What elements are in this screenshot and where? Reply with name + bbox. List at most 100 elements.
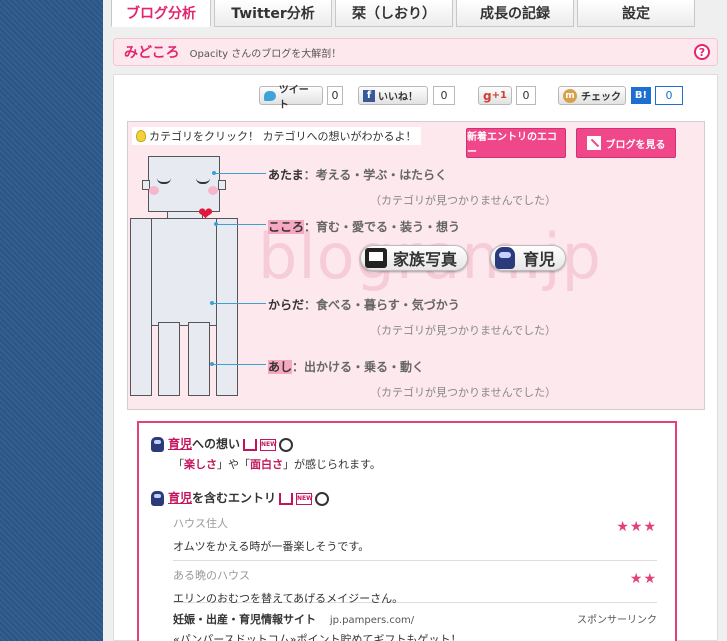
tab-growth-record[interactable]: 成長の記録 [456,0,574,27]
feeling-keyword-interesting: 面白さ [250,458,283,471]
like-count: 0 [433,86,455,105]
legs-leader-line [212,364,266,365]
category-heart-label: こころ [268,220,305,234]
baby-icon [151,491,164,506]
hatena-icon: B! [631,87,651,104]
tag-childcare-label: 育児 [523,250,556,269]
tag-family-photo[interactable]: 家族写真 [360,245,469,271]
entry-text: オムツをかえる時が一番楽しそうです。 [173,540,370,553]
tab-bookmarks[interactable]: 栞（しおり） [335,0,453,27]
baby-icon [495,247,515,269]
feeling-text-mid: 」や「 [217,458,250,471]
midokoro-subtitle: Opacity さんのブログを大解剖！ [189,48,342,60]
robot-right-cheek [208,186,218,195]
sponsor-url: jp.pampers.com/ [329,615,415,626]
feeling-category-link[interactable]: 育児 [168,437,192,451]
tab-bar: ブログ分析 Twitter分析 栞（しおり） 成長の記録 設定 [111,0,698,28]
midokoro-header: みどころ Opacity さんのブログを大解剖！ ? [113,38,718,66]
category-body[interactable]: からだ：食べる・暮らす・気づかう [268,296,460,313]
gplus-label: +1 [491,90,507,101]
gplus-count: 0 [516,86,536,105]
heart-leader-line [216,224,266,225]
feeling-heading: 育児への想い NEW [151,435,294,452]
new-icon[interactable]: NEW [260,438,277,451]
category-heart[interactable]: こころ：育む・愛でる・装う・想う [268,218,460,235]
crown-icon[interactable] [279,492,294,505]
hatena-bookmark-button[interactable]: B! [631,86,655,105]
main-panel: ブログ分析 Twitter分析 栞（しおり） 成長の記録 設定 みどころ Opa… [103,0,727,641]
social-share-bar: ツイート 0 f いいね！ 0 g +1 0 m チェック B! 0 [114,85,717,111]
category-head-empty: （カテゴリが見つかりませんでした） [370,194,557,207]
category-legs-label: あし [268,360,293,374]
category-head-label: あたま [268,168,304,182]
mixi-label: チェック [581,92,621,103]
hatena-count: 0 [655,86,683,105]
crown-icon[interactable] [243,438,258,451]
robot-right-arm [216,218,238,396]
category-body-empty: （カテゴリが見つかりませんでした） [370,324,557,337]
help-icon[interactable]: ? [694,44,710,60]
body-leader-line [212,303,266,304]
entry-item[interactable]: ある晩のハウス エリンのおむつを替えてあげるメイジーさん。 ★★ [173,567,657,605]
head-leader-line [214,173,266,174]
category-body-items: ：食べる・暮らす・気づかう [304,298,460,312]
entry-source: ある晩のハウス [173,569,250,582]
tab-settings[interactable]: 設定 [577,0,695,27]
sponsor-title: 妊娠・出産・育児情報サイト [173,613,316,626]
category-map: カテゴリをクリック！ カテゴリへの想いがわかるよ！ 新着エントリのエコー ブログ… [127,121,705,410]
category-legs-empty: （カテゴリが見つかりませんでした） [370,386,557,399]
category-legs[interactable]: あし：出かける・乗る・動く [268,358,424,375]
feeling-text-close: 」が感じられます。 [283,458,381,471]
facebook-icon: f [363,89,375,102]
tab-twitter-analysis[interactable]: Twitter分析 [214,0,332,27]
lightbulb-icon [136,130,146,142]
feeling-text-open: 「 [173,458,184,471]
clock-icon[interactable] [315,491,330,506]
category-body-label: からだ [268,298,305,312]
tweet-button[interactable]: ツイート [259,85,323,111]
clock-icon[interactable] [279,437,294,452]
entries-category-link[interactable]: 育児 [168,491,192,505]
entry-rating-stars: ★★ [629,571,657,587]
feeling-suffix: への想い [192,437,241,451]
tweet-label: ツイート [278,84,309,111]
page-background-pattern [0,0,103,641]
new-entry-echo-button[interactable]: 新着エントリのエコー [466,128,566,158]
view-blog-button[interactable]: ブログを見る [576,128,676,158]
feeling-text: 「楽しさ」や「面白さ」が感じられます。 [173,456,381,472]
category-heart-items: ：育む・愛でる・装う・想う [304,220,461,234]
category-head[interactable]: あたま：考える・学ぶ・はたらく [268,166,447,183]
entries-heading: 育児を含むエントリ NEW [151,489,330,506]
category-legs-items: ：出かける・乗る・動く [292,360,425,374]
sponsored-link[interactable]: 妊娠・出産・育児情報サイト jp.pampers.com/ スポンサーリンク «… [173,611,657,641]
entry-rating-stars: ★★★ [616,519,657,535]
new-icon[interactable]: NEW [296,492,313,505]
robot-right-ear [218,180,226,190]
robot-left-cheek [149,186,159,195]
baby-icon [151,437,164,452]
photo-frame-icon [365,248,387,268]
analysis-content: ツイート 0 f いいね！ 0 g +1 0 m チェック B! 0 カテゴリを… [113,74,718,641]
entry-source: ハウス住人 [173,517,228,530]
robot-right-leg[interactable] [188,322,210,396]
facebook-like-button[interactable]: f いいね！ [358,86,428,105]
tweet-count: 0 [327,86,343,105]
feeling-keyword-fun: 楽しさ [184,458,217,471]
google-plus-button[interactable]: g +1 [478,86,512,105]
entry-text: エリンのおむつを替えてあげるメイジーさん。 [173,592,404,605]
category-head-items: ：考える・学ぶ・はたらく [303,168,448,182]
mixi-check-button[interactable]: m チェック [558,86,626,105]
entry-item[interactable]: ハウス住人 オムツをかえる時が一番楽しそうです。 ★★★ [173,515,657,561]
blog-icon [586,136,601,150]
robot-left-arm [130,218,152,396]
tab-blog-analysis[interactable]: ブログ分析 [111,0,211,27]
google-plus-icon: g [483,88,492,103]
hint-text: カテゴリをクリック！ カテゴリへの想いがわかるよ！ [149,130,417,143]
twitter-bird-icon [264,90,276,101]
like-label: いいね！ [378,92,418,103]
sponsor-text: «パンパースドットコム»ポイント貯めてギフトもゲット！ [173,633,462,641]
robot-left-leg[interactable] [158,322,180,396]
tag-childcare[interactable]: 育児 [490,245,567,271]
category-detail: 育児への想い NEW 「楽しさ」や「面白さ」が感じられます。 育児を含むエントリ N… [137,421,677,641]
entries-suffix: を含むエントリ [192,491,277,505]
